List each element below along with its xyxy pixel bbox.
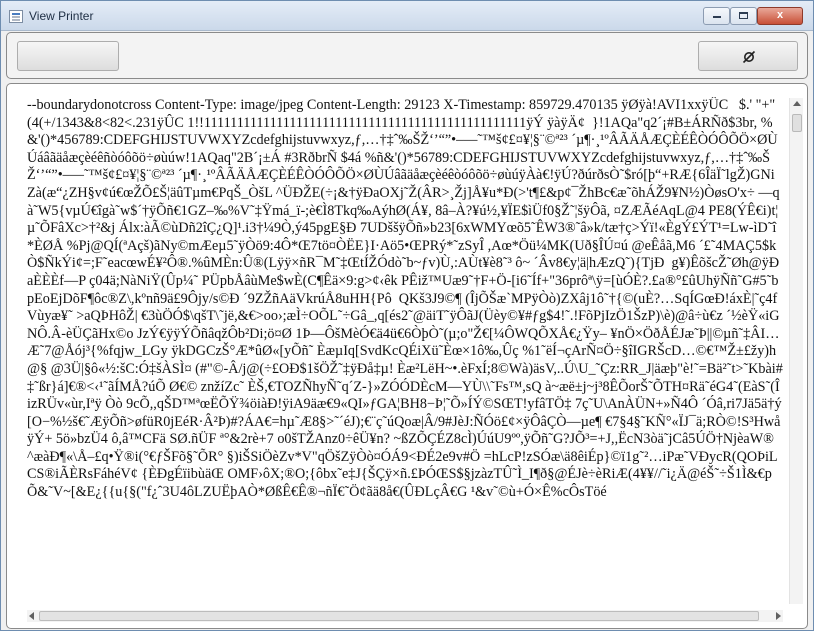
close-button[interactable]: x: [757, 7, 803, 25]
printer-app-icon: [9, 10, 23, 23]
window-title: View Printer: [29, 9, 94, 23]
vertical-scrollbar[interactable]: [789, 98, 803, 604]
scroll-right-arrow-icon[interactable]: [776, 612, 781, 620]
toolbar-left-button[interactable]: [17, 41, 119, 71]
scroll-up-arrow-icon[interactable]: [793, 101, 801, 106]
printer-output-viewer[interactable]: --boundarydonotcross Content-Type: image…: [6, 83, 808, 629]
toolbar: [6, 32, 808, 79]
maximize-button[interactable]: [730, 7, 757, 25]
horizontal-scrollbar[interactable]: [27, 610, 783, 622]
app-window: View Printer x --boundarydonotcross Cont…: [0, 0, 814, 631]
printer-output-text: --boundarydonotcross Content-Type: image…: [27, 97, 783, 501]
title-bar[interactable]: View Printer x: [1, 1, 813, 31]
horizontal-scroll-thumb[interactable]: [39, 611, 759, 621]
minimize-button[interactable]: [703, 7, 730, 25]
scroll-left-arrow-icon[interactable]: [29, 612, 34, 620]
refresh-icon: [742, 50, 756, 64]
close-icon: x: [776, 9, 784, 21]
refresh-button[interactable]: [698, 41, 798, 71]
vertical-scroll-thumb[interactable]: [792, 114, 802, 132]
maximize-icon: [739, 11, 748, 19]
minimize-icon: [712, 16, 721, 19]
